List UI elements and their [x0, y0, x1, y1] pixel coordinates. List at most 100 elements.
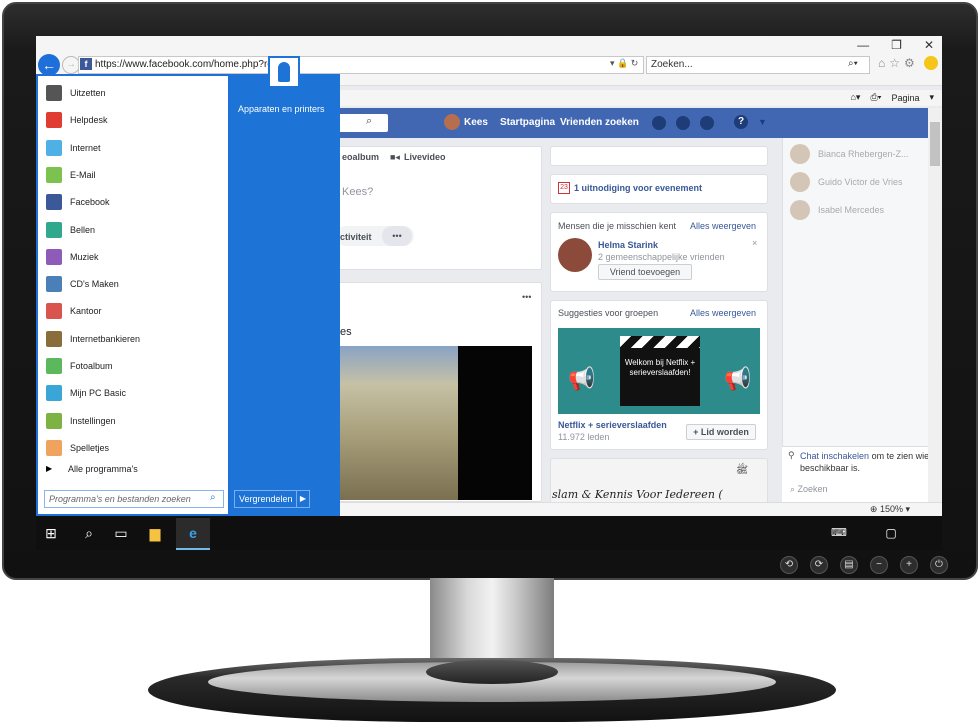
post-menu-button[interactable]: •••	[522, 292, 531, 302]
more-options-button[interactable]: •••	[382, 226, 412, 246]
start-menu-item[interactable]: Kantoor	[46, 298, 226, 324]
facebook-search-input[interactable]	[336, 114, 388, 132]
start-menu-item-label: CD's Maken	[70, 279, 119, 290]
join-group-button[interactable]: + Lid worden	[686, 424, 756, 440]
group-name-link[interactable]: Netflix + serieverslaafden	[558, 420, 667, 430]
top-right-card	[550, 146, 768, 166]
start-menu-item[interactable]: Internet	[46, 135, 226, 161]
start-menu-side	[230, 74, 340, 516]
address-bar[interactable]: https://www.facebook.com/home.php?ref=wi…	[78, 56, 644, 74]
friend-requests-icon[interactable]	[652, 116, 666, 130]
search-icon[interactable]: ⌕	[210, 492, 216, 503]
print-icon[interactable]: ⎙▾	[870, 92, 881, 103]
windows-start-icon[interactable]: ⊞	[42, 524, 60, 542]
people-see-all-link[interactable]: Alles weergeven	[690, 221, 756, 231]
helpdesk-icon	[46, 112, 62, 129]
start-menu-item-label: Kantoor	[70, 306, 102, 317]
add-friend-button[interactable]: Vriend toevoegen	[598, 264, 692, 280]
avatar[interactable]	[790, 172, 810, 192]
start-menu-item[interactable]: CD's Maken	[46, 271, 226, 297]
music-icon	[46, 248, 62, 265]
power-icon	[46, 85, 62, 101]
close-icon[interactable]: ✕	[924, 38, 934, 52]
avatar[interactable]	[558, 238, 592, 272]
help-icon[interactable]: ?	[734, 115, 748, 129]
restore-icon[interactable]: ❐	[891, 38, 902, 52]
gear-icon[interactable]: ⚙	[904, 56, 915, 70]
cd-icon	[46, 276, 62, 293]
file-explorer-icon[interactable]: ▆	[146, 524, 164, 542]
window-controls: — ❐ ✕	[857, 38, 934, 52]
monitor-input-icon[interactable]: ⟲	[780, 556, 798, 574]
all-programs[interactable]: Alle programma's	[68, 464, 138, 474]
internet-explorer-icon: e	[189, 525, 197, 541]
chat-search-input[interactable]: ⌕ Zoeken	[790, 484, 828, 495]
notifications-icon[interactable]	[700, 116, 714, 130]
megaphone-icon: 📢	[724, 366, 752, 391]
start-menu-item[interactable]: Internetbankieren	[46, 326, 226, 352]
scrollbar-thumb[interactable]	[930, 122, 940, 166]
chat-contact[interactable]: Bianca Rhebergen-Z...	[818, 149, 909, 159]
chevron-down-icon[interactable]: ▼	[758, 117, 767, 127]
command-bar-items: ⌂▾ ⎙▾ Pagina ▾	[850, 92, 934, 103]
monitor-auto-icon[interactable]: ⟳	[810, 556, 828, 574]
start-menu-item[interactable]: Mijn PC Basic	[46, 380, 226, 406]
start-menu-item[interactable]: Muziek	[46, 244, 226, 270]
composer-prompt[interactable]: Kees?	[342, 186, 373, 198]
start-menu-item[interactable]: Fotoalbum	[46, 353, 226, 379]
page-menu[interactable]: Pagina	[891, 93, 919, 103]
video-icon: ■◂	[390, 152, 400, 162]
profile-link[interactable]: Kees	[464, 117, 488, 128]
address-bar-actions[interactable]: ▾ 🔒 ↻	[610, 58, 638, 69]
start-menu-item[interactable]: E-Mail	[46, 162, 226, 188]
search-icon[interactable]: ⌕	[366, 115, 372, 128]
start-search-input[interactable]: Programma's en bestanden zoeken	[44, 490, 224, 508]
start-menu-item-label: Instellingen	[70, 415, 116, 426]
home-page-icon[interactable]: ⌂▾	[850, 92, 860, 103]
avatar[interactable]	[790, 144, 810, 164]
activity-button[interactable]: ctiviteit	[340, 232, 372, 242]
avatar[interactable]	[790, 200, 810, 220]
action-center-icon[interactable]: ▢	[882, 524, 900, 542]
start-menu-item[interactable]: Uitzetten	[46, 80, 226, 106]
devices-and-printers-link[interactable]: Apparaten en printers	[238, 104, 325, 114]
start-menu-item[interactable]: Facebook	[46, 189, 226, 215]
zoom-level[interactable]: ⊕ 150% ▾	[870, 504, 910, 515]
expand-arrow-icon: ▶	[46, 464, 53, 473]
start-menu-item[interactable]: Spelletjes	[46, 435, 226, 461]
browser-search-input[interactable]: Zoeken...	[646, 56, 870, 74]
chat-enable-link[interactable]: Chat inschakelen	[800, 451, 869, 461]
event-invitation-link[interactable]: 1 uitnodiging voor evenement	[574, 183, 702, 193]
suggested-person-name[interactable]: Helma Starink	[598, 240, 658, 250]
start-menu-item[interactable]: Bellen	[46, 217, 226, 243]
chat-contact[interactable]: Guido Victor de Vries	[818, 177, 903, 187]
start-menu-item[interactable]: Instellingen	[46, 408, 226, 434]
chat-contact[interactable]: Isabel Mercedes	[818, 205, 884, 215]
groups-see-all-link[interactable]: Alles weergeven	[690, 308, 756, 318]
monitor-plus-icon[interactable]: +	[900, 556, 918, 574]
monitor-power-icon[interactable]: ⏻	[930, 556, 948, 574]
page-scrollbar[interactable]	[928, 108, 942, 502]
feedback-smiley-icon[interactable]	[924, 56, 938, 70]
minimize-icon[interactable]: —	[857, 38, 869, 52]
dismiss-icon[interactable]: ×	[752, 238, 757, 248]
search-icon[interactable]: ⌕	[80, 524, 98, 542]
tab-live-video[interactable]: Livevideo	[404, 152, 446, 162]
monitor-menu-icon[interactable]: ▤	[840, 556, 858, 574]
search-icon[interactable]: ⌕▾	[848, 58, 858, 69]
start-menu-item-label: Fotoalbum	[70, 361, 113, 371]
chevron-right-icon[interactable]: ▶	[296, 490, 310, 508]
monitor-minus-icon[interactable]: −	[870, 556, 888, 574]
home-icon[interactable]: ⌂	[878, 56, 885, 70]
nav-find-friends[interactable]: Vrienden zoeken	[560, 117, 639, 128]
clapperboard-stripes	[620, 336, 700, 348]
task-view-icon[interactable]: ▭	[112, 524, 130, 542]
start-menu-item[interactable]: Helpdesk	[46, 107, 226, 133]
nav-home[interactable]: Startpagina	[500, 117, 555, 128]
back-button[interactable]: ←	[38, 54, 60, 76]
favorites-icon[interactable]: ☆	[889, 56, 900, 70]
avatar[interactable]	[444, 114, 460, 130]
keyboard-icon[interactable]: ⌨	[830, 524, 848, 542]
messenger-icon[interactable]	[676, 116, 690, 130]
tab-photo-album[interactable]: eoalbum	[342, 152, 379, 162]
